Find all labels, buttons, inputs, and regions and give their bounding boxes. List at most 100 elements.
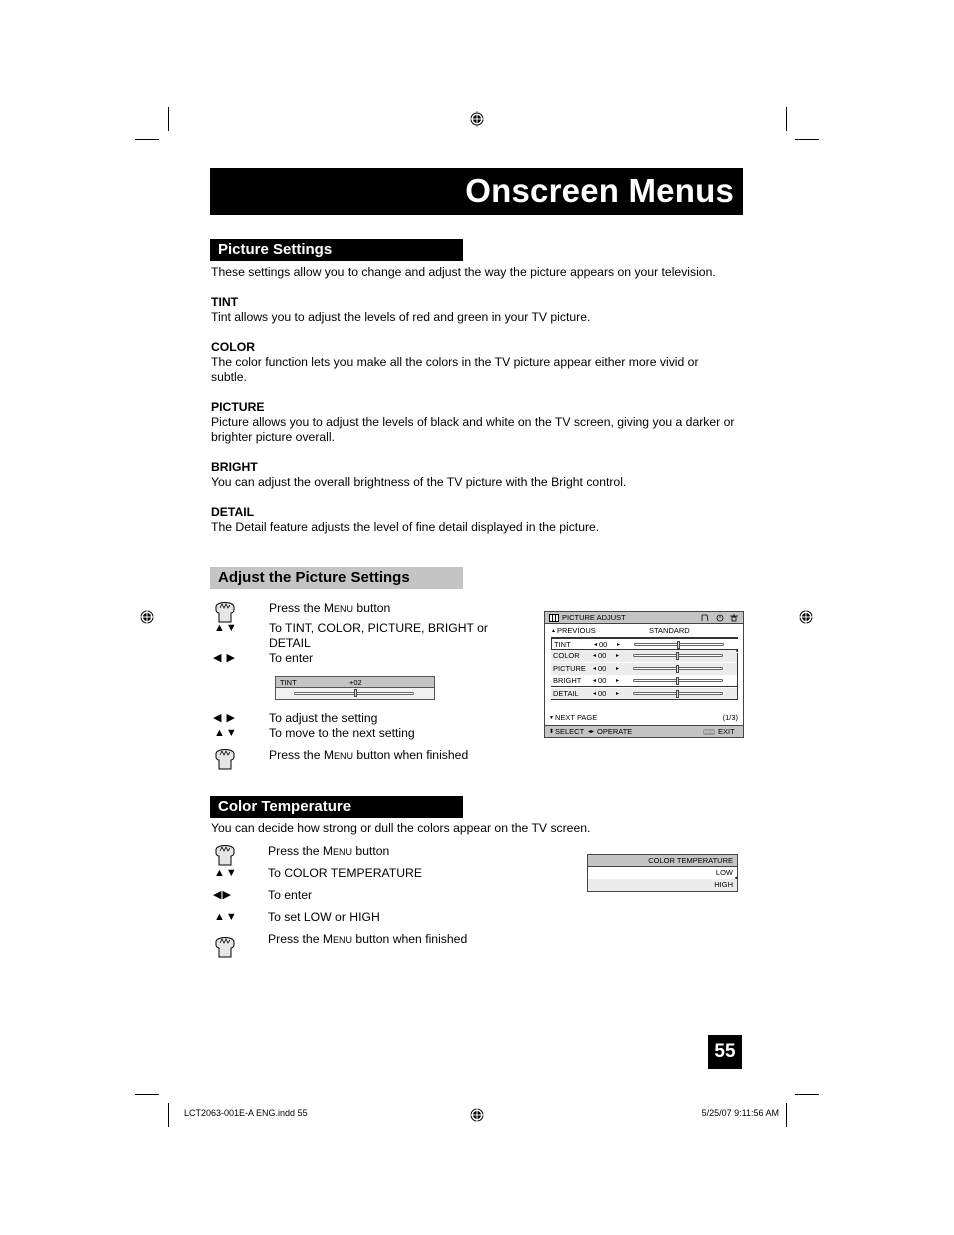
- left-arrow-icon: ◂: [594, 642, 598, 648]
- osd-row-detail[interactable]: DETAIL ◂ 00 ▸: [551, 687, 738, 700]
- right-arrow-icon: ▸: [616, 653, 620, 660]
- osd-row-label: BRIGHT: [553, 676, 582, 686]
- osd-slider-knob[interactable]: [676, 652, 679, 661]
- osd-select-label: SELECT: [555, 727, 585, 736]
- tint-value: +02: [349, 678, 362, 687]
- left-right-arrows-icon: ◀ ▶: [213, 652, 236, 664]
- osd-row-color[interactable]: COLOR ◂ 00 ▸: [551, 650, 738, 663]
- registration-mark-icon: [469, 1107, 485, 1123]
- crop-mark: [786, 1103, 787, 1127]
- crop-mark: [795, 1094, 819, 1095]
- osd-next-page-row[interactable]: ▼ NEXT PAGE (1/3): [549, 712, 738, 724]
- step-text: To move to the next setting: [269, 726, 415, 740]
- footer-timestamp: 5/25/07 9:11:56 AM: [701, 1108, 779, 1118]
- step-text: Press the Menu button when finished: [269, 748, 469, 762]
- ct-option-high[interactable]: HIGH: [588, 879, 737, 891]
- right-arrow-icon: ▸: [616, 678, 620, 685]
- crop-mark: [135, 1094, 159, 1095]
- osd-row-tint[interactable]: TINT ◂ 00 ▸: [551, 638, 738, 650]
- osd-title: PICTURE ADJUST: [562, 613, 626, 622]
- crop-mark: [135, 139, 159, 140]
- setting-item-tint: TINT Tint allows you to adjust the level…: [211, 295, 746, 325]
- up-down-arrows-icon: ⬍: [549, 729, 555, 735]
- setting-desc: You can adjust the overall brightness of…: [211, 475, 627, 489]
- setting-desc: Picture allows you to adjust the levels …: [211, 415, 735, 444]
- osd-next-page: NEXT PAGE: [555, 713, 598, 722]
- page-number: 55: [708, 1035, 742, 1069]
- setting-item-picture: PICTURE Picture allows you to adjust the…: [211, 400, 746, 445]
- hand-press-icon: [215, 749, 235, 770]
- osd-row-label: COLOR: [553, 651, 580, 661]
- timer-menu-icon: [716, 614, 724, 622]
- osd-row-bright[interactable]: BRIGHT ◂ 00 ▸: [551, 675, 738, 688]
- setting-title: COLOR: [211, 340, 256, 354]
- setting-title: BRIGHT: [211, 460, 258, 474]
- osd-row-picture[interactable]: PICTURE ◂ 00 ▸: [551, 662, 738, 675]
- up-down-arrows-icon: ▲▼: [214, 911, 238, 923]
- step-text: Press the Menu button when finished: [268, 932, 468, 946]
- step-text: To set LOW or HIGH: [268, 910, 380, 924]
- osd-row-value: 00: [598, 676, 607, 686]
- osd-previous: PREVIOUS: [557, 626, 596, 635]
- divider: [737, 653, 738, 699]
- setting-title: DETAIL: [211, 505, 255, 519]
- step-text: To COLOR TEMPERATURE: [268, 866, 422, 880]
- osd-previous-row[interactable]: ▲ PREVIOUS STANDARD: [551, 625, 738, 637]
- tint-label: TINT: [280, 678, 297, 687]
- cursor-icon: ▪: [735, 875, 738, 882]
- crop-mark: [795, 139, 819, 140]
- crop-mark: [168, 107, 169, 131]
- registration-mark-icon: [139, 609, 155, 625]
- up-down-arrows-icon: ▲▼: [214, 727, 238, 739]
- registration-mark-icon: [798, 609, 814, 625]
- osd-slider-knob[interactable]: [676, 664, 679, 673]
- ct-osd-title: COLOR TEMPERATURE: [588, 855, 737, 867]
- osd-slider-knob[interactable]: [676, 677, 679, 686]
- color-temperature-osd: COLOR TEMPERATURE LOW HIGH ▪: [587, 854, 738, 892]
- picture-menu-icon: [549, 614, 559, 622]
- osd-row-value: 00: [598, 663, 607, 673]
- hand-press-icon: [215, 937, 235, 958]
- audio-menu-icon: [701, 614, 709, 622]
- ct-option-low[interactable]: LOW: [588, 867, 737, 879]
- setting-desc: Tint allows you to adjust the levels of …: [211, 310, 591, 324]
- picture-settings-intro: These settings allow you to change and a…: [211, 265, 716, 279]
- tint-adjust-menu: TINT +02: [275, 676, 435, 700]
- osd-slider-knob[interactable]: [676, 689, 679, 698]
- osd-title-bar: PICTURE ADJUST: [545, 612, 743, 624]
- crop-mark: [168, 1103, 169, 1127]
- osd-row-label: DETAIL: [553, 688, 579, 698]
- setting-item-color: COLOR The color function lets you make a…: [211, 340, 731, 385]
- page-title-bar: Onscreen Menus: [210, 168, 743, 215]
- right-arrow-icon: ▸: [617, 642, 621, 648]
- tint-menu-header: TINT +02: [276, 677, 434, 688]
- footer-file: LCT2063-001E-A ENG.indd 55: [184, 1108, 308, 1118]
- setting-item-bright: BRIGHT You can adjust the overall bright…: [211, 460, 746, 490]
- osd-row-label: TINT: [554, 640, 571, 649]
- color-temperature-intro: You can decide how strong or dull the co…: [211, 821, 591, 835]
- up-arrow-icon: ▲: [551, 628, 556, 634]
- up-down-arrows-icon: ▲▼: [214, 622, 238, 634]
- picture-adjust-osd: PICTURE ADJUST ▲ PREVIOUS STANDARD TINT ◂…: [544, 611, 744, 738]
- menu-button-badge: MENU: [703, 729, 716, 735]
- step-text: Press the Menu button: [268, 844, 390, 858]
- tint-slider-row: [276, 688, 434, 699]
- left-arrow-icon: ◂: [593, 678, 597, 685]
- section-heading-adjust-picture-settings: Adjust the Picture Settings: [210, 567, 463, 589]
- osd-row-value: 00: [598, 688, 607, 698]
- osd-row-label: PICTURE: [553, 663, 586, 673]
- left-arrow-icon: ◂: [593, 653, 597, 660]
- step-text: To enter: [268, 888, 313, 902]
- osd-row-value: 00: [599, 640, 608, 649]
- setting-title: PICTURE: [211, 400, 265, 414]
- registration-mark-icon: [469, 111, 485, 127]
- osd-row-value: 00: [598, 651, 607, 661]
- up-down-arrows-icon: ▲▼: [214, 867, 238, 879]
- tint-slider-knob[interactable]: [354, 689, 358, 697]
- osd-slider-knob[interactable]: [677, 641, 680, 649]
- section-heading-color-temperature: Color Temperature: [210, 796, 463, 818]
- hand-press-icon: [215, 845, 235, 866]
- setting-title: TINT: [211, 295, 239, 309]
- osd-operate-label: OPERATE: [597, 727, 633, 736]
- osd-help-bar: ⬍ SELECT ◂▸ OPERATE MENU EXIT: [545, 725, 743, 737]
